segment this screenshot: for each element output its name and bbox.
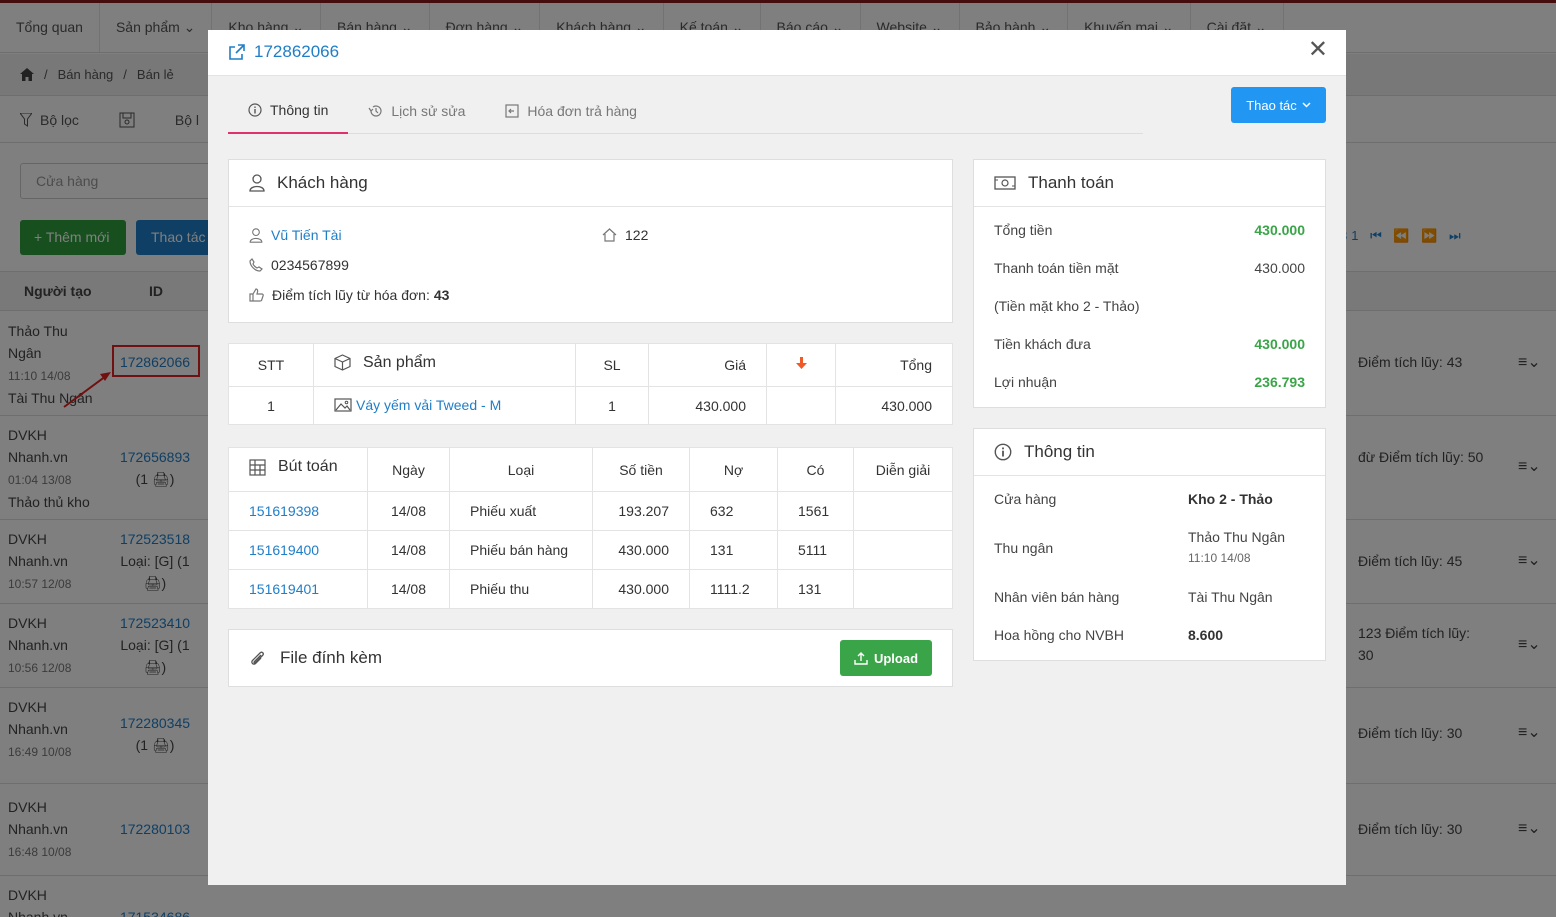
payment-total-row: Tổng tiền 430.000: [994, 222, 1305, 238]
customer-card-title: Khách hàng: [277, 173, 368, 192]
order-detail-modal: 172862066 ✕ Thông tin Lịch sử sửa Hóa đơ…: [208, 30, 1346, 885]
customer-phone: 0234567899: [271, 257, 349, 273]
entries-table: Bút toán Ngày Loại Số tiền Nợ Có Diễn gi…: [228, 447, 953, 609]
customer-points: 43: [433, 287, 450, 303]
info-card: Thông tin Cửa hàng Kho 2 - Thảo Thu ngân…: [973, 428, 1326, 661]
box-icon: [334, 354, 351, 371]
chevron-down-icon: [1302, 102, 1311, 108]
payment-cash-row: Thanh toán tiền mặt 430.000: [994, 260, 1305, 276]
paperclip-icon: [251, 651, 264, 665]
product-link[interactable]: Váy yếm vải Tweed - M: [356, 397, 501, 413]
col-description: Diễn giải: [853, 447, 953, 492]
info-cashier-time: 11:10 14/08: [1188, 551, 1251, 565]
col-stt: STT: [228, 343, 314, 387]
image-icon: [334, 397, 352, 412]
col-entry: Bút toán: [228, 447, 368, 492]
info-cashier: Thảo Thu Ngân: [1188, 529, 1286, 545]
col-price: Giá: [648, 343, 767, 387]
thumbs-up-icon: [249, 288, 264, 302]
info-icon: [248, 103, 262, 117]
col-product: Sản phẩm: [313, 343, 576, 387]
customer-card: Khách hàng Vũ Tiến Tài 122 0234567899 Đi…: [228, 159, 953, 323]
col-date: Ngày: [367, 447, 450, 492]
payment-card-title: Thanh toán: [1028, 173, 1115, 192]
info-icon: [994, 443, 1012, 461]
table-row: 1 Váy yếm vải Tweed - M 1 430.000 430.00…: [228, 386, 953, 425]
entry-link[interactable]: 151619398: [249, 503, 319, 519]
modal-tabs: Thông tin Lịch sử sửa Hóa đơn trả hàng: [228, 88, 1143, 134]
calculator-icon: [249, 459, 266, 476]
arrow-down-icon: [795, 357, 807, 369]
col-amount: Số tiền: [592, 447, 690, 492]
customer-name-link[interactable]: Vũ Tiến Tài: [271, 227, 342, 243]
upload-button[interactable]: Upload: [840, 640, 932, 676]
modal-title[interactable]: 172862066: [254, 42, 339, 62]
col-type: Loại: [449, 447, 593, 492]
table-row: 151619401 14/08 Phiếu thu 430.000 1111.2…: [228, 569, 953, 609]
tab-edit-history[interactable]: Lịch sử sửa: [348, 88, 485, 134]
col-total: Tổng: [835, 343, 953, 387]
table-row: 151619398 14/08 Phiếu xuất 193.207 632 1…: [228, 491, 953, 531]
payment-card: Thanh toán Tổng tiền 430.000 Thanh toán t…: [973, 159, 1326, 408]
upload-icon: [854, 651, 868, 665]
info-seller: Tài Thu Ngân: [1188, 589, 1273, 605]
col-qty: SL: [575, 343, 649, 387]
close-icon[interactable]: ✕: [1308, 38, 1328, 62]
info-store: Kho 2 - Thảo: [1188, 491, 1273, 507]
entry-link[interactable]: 151619401: [249, 581, 319, 597]
payment-given-row: Tiền khách đưa 430.000: [994, 336, 1305, 352]
tab-return-invoice[interactable]: Hóa đơn trả hàng: [485, 88, 657, 134]
user-icon: [249, 227, 263, 243]
info-commission: 8.600: [1188, 627, 1224, 643]
customer-address: 122: [625, 227, 649, 243]
phone-icon: [249, 258, 263, 272]
return-icon: [505, 104, 519, 118]
col-debit: Nợ: [689, 447, 778, 492]
payment-profit-row: Lợi nhuận 236.793: [994, 374, 1305, 390]
col-credit: Có: [777, 447, 854, 492]
history-icon: [368, 105, 382, 117]
attachments-title: File đính kèm: [280, 648, 383, 667]
user-icon: [249, 174, 265, 192]
modal-header: 172862066 ✕: [208, 30, 1346, 76]
action-dropdown-button[interactable]: Thao tác: [1231, 87, 1326, 123]
col-discount: [766, 343, 836, 387]
info-card-title: Thông tin: [1024, 442, 1095, 461]
money-icon: [994, 176, 1016, 190]
entry-link[interactable]: 151619400: [249, 542, 319, 558]
attachments-card: File đính kèm Upload: [228, 629, 953, 687]
payment-cash-note: (Tiền mặt kho 2 - Thảo): [994, 298, 1140, 314]
tab-info[interactable]: Thông tin: [228, 88, 349, 134]
table-row: 151619400 14/08 Phiếu bán hàng 430.000 1…: [228, 530, 953, 570]
external-link-icon: [229, 43, 245, 60]
home-icon: [602, 228, 617, 242]
products-table: STT Sản phẩm SL Giá Tổng 1 Váy yếm vải T…: [228, 343, 953, 425]
